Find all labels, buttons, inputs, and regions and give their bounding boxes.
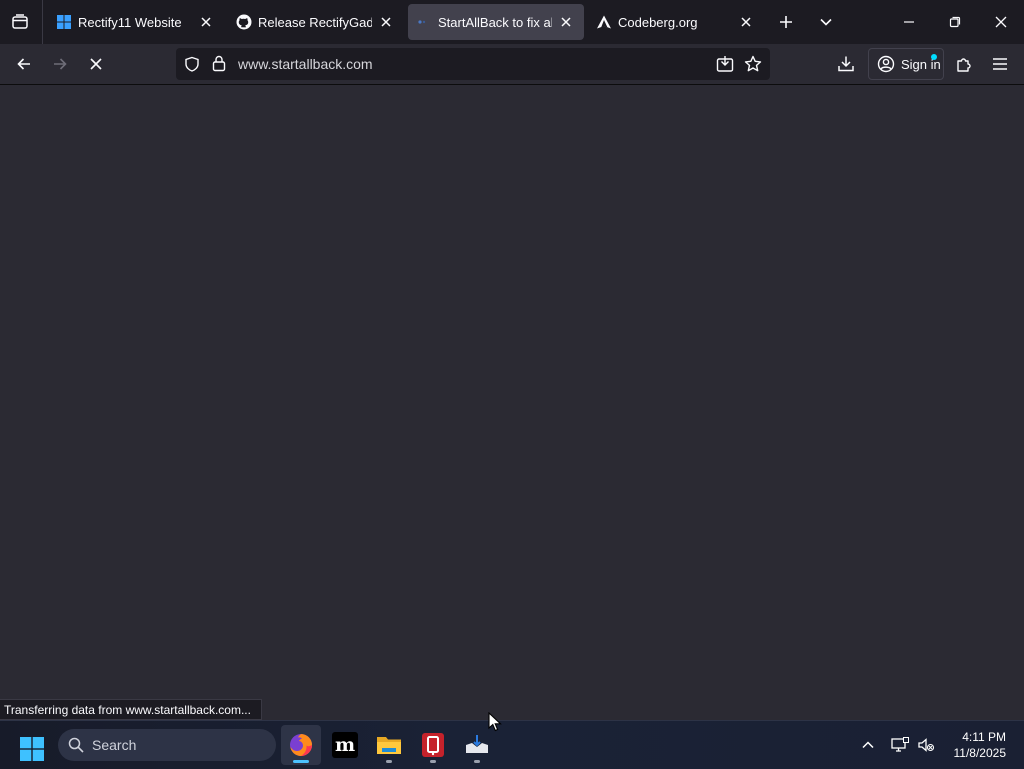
tab-codeberg[interactable]: Codeberg.org: [588, 4, 764, 40]
github-icon: [236, 14, 252, 30]
sign-in-button[interactable]: Sign in: [868, 48, 944, 80]
save-to-pocket-icon[interactable]: [716, 55, 734, 78]
plus-icon: [780, 16, 792, 28]
minimize-icon: [904, 21, 914, 23]
taskbar-app-m[interactable]: m: [325, 725, 365, 765]
clock-time: 4:11 PM: [962, 730, 1006, 744]
page-content-area: [0, 85, 1024, 720]
taskbar-app-file-explorer[interactable]: [369, 725, 409, 765]
new-tab-button[interactable]: [770, 6, 802, 38]
hamburger-menu-icon: [993, 58, 1007, 70]
file-explorer-icon: [377, 737, 401, 754]
list-all-tabs-button[interactable]: [810, 6, 842, 38]
close-icon: [561, 17, 571, 27]
svg-text:m: m: [335, 734, 355, 756]
windows-logo-icon: [56, 14, 72, 30]
stop-button[interactable]: [80, 48, 112, 80]
tab-title: Rectify11 Website: [78, 14, 182, 30]
restore-button[interactable]: [932, 0, 978, 44]
arrow-right-icon: [54, 58, 67, 70]
extensions-button[interactable]: [948, 48, 980, 80]
close-tab-button[interactable]: [556, 12, 576, 32]
close-icon: [995, 16, 1007, 28]
account-icon: [877, 55, 895, 73]
close-tab-button[interactable]: [196, 12, 216, 32]
close-icon: [201, 17, 211, 27]
loading-icon: [416, 14, 432, 30]
lock-icon[interactable]: [212, 55, 226, 77]
arrow-left-icon: [17, 58, 30, 70]
tab-rectify11[interactable]: Rectify11 Website: [48, 4, 224, 40]
show-hidden-icons-button[interactable]: [856, 733, 880, 757]
tab-title: StartAllBack to fix all W: [438, 14, 552, 30]
forward-button[interactable]: [44, 48, 76, 80]
search-label: Search: [92, 737, 137, 753]
speaker-muted-icon: [918, 738, 935, 752]
red-app-icon: [422, 733, 444, 757]
installer-icon: [466, 735, 488, 753]
windows-logo-icon: [20, 737, 44, 761]
tab-separator: [42, 0, 43, 44]
tab-title: Release RectifyGadgets: [258, 14, 372, 30]
close-tab-button[interactable]: [376, 12, 396, 32]
tab-title: Codeberg.org: [618, 14, 698, 30]
running-indicator: [386, 760, 392, 763]
chevron-down-icon: [820, 18, 832, 26]
taskbar-clock[interactable]: 4:11 PM 11/8/2025: [954, 729, 1007, 761]
firefox-view-button[interactable]: [4, 6, 36, 38]
taskbar-search-box[interactable]: Search: [58, 729, 276, 761]
minimize-button[interactable]: [886, 0, 932, 44]
network-icon: [891, 737, 909, 752]
tracking-protection-icon[interactable]: [184, 56, 200, 77]
close-tab-button[interactable]: [736, 12, 756, 32]
mastodon-m-icon: m: [332, 732, 358, 758]
taskbar-app-firefox[interactable]: [281, 725, 321, 765]
search-icon: [68, 737, 84, 753]
app-menu-button[interactable]: [984, 48, 1016, 80]
status-panel: Transferring data from www.startallback.…: [0, 699, 262, 720]
close-window-button[interactable]: [978, 0, 1024, 44]
running-indicator: [293, 760, 309, 763]
firefox-icon: [290, 734, 312, 756]
notification-dot: [931, 54, 937, 60]
download-icon: [838, 56, 854, 72]
network-tray-button[interactable]: [888, 733, 912, 757]
url-text: www.startallback.com: [238, 56, 373, 72]
restore-icon: [949, 16, 961, 28]
windows-taskbar: Search m 4:11 PM 11/8/2025: [0, 720, 1024, 769]
tab-release-rectifygadgets[interactable]: Release RectifyGadgets: [228, 4, 404, 40]
tab-startallback[interactable]: StartAllBack to fix all W: [408, 4, 584, 40]
close-icon: [381, 17, 391, 27]
volume-tray-button[interactable]: [914, 733, 938, 757]
codeberg-icon: [596, 14, 612, 30]
running-indicator: [430, 760, 436, 763]
clock-date: 11/8/2025: [953, 746, 1007, 760]
running-indicator: [474, 760, 480, 763]
tab-strip: Rectify11 Website Release RectifyGadgets…: [0, 0, 1024, 44]
puzzle-piece-icon: [957, 58, 971, 72]
stop-icon: [90, 58, 102, 70]
close-icon: [741, 17, 751, 27]
bookmark-star-icon[interactable]: [744, 55, 762, 78]
taskbar-app-red[interactable]: [413, 725, 453, 765]
start-button[interactable]: [12, 729, 52, 769]
navigation-toolbar: www.startallback.com Sign in: [0, 44, 1024, 85]
back-button[interactable]: [8, 48, 40, 80]
mouse-pointer-icon: [488, 712, 502, 732]
address-bar[interactable]: www.startallback.com: [176, 48, 770, 80]
downloads-button[interactable]: [830, 48, 862, 80]
firefox-view-icon: [12, 14, 28, 29]
chevron-up-icon: [862, 741, 874, 749]
